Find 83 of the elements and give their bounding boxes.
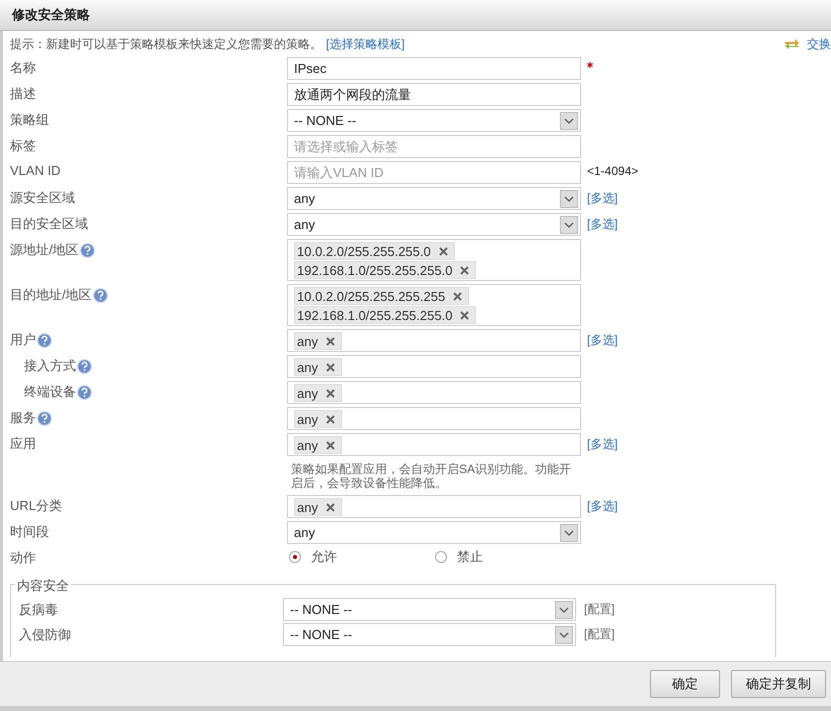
window-title: 修改安全策略 <box>12 6 90 24</box>
field-label: 名称 <box>10 59 36 77</box>
remove-icon[interactable] <box>453 292 462 300</box>
remove-icon[interactable] <box>326 336 335 346</box>
help-icon[interactable] <box>37 410 52 426</box>
field-label: 源安全区域 <box>10 189 75 207</box>
range-hint: <1-4094> <box>587 164 638 178</box>
field-label: 目的地址/地区 <box>10 286 92 304</box>
help-icon[interactable] <box>92 288 108 302</box>
tag-label: any <box>297 360 318 374</box>
text-field[interactable]: 请输入VLAN ID <box>287 161 581 184</box>
multi-select-link[interactable]: [多选] <box>587 216 618 233</box>
tag-input-field[interactable]: 10.0.2.0/255.255.255.0 192.168.1.0/255.255.255.0 <box>287 239 581 281</box>
group-title: 内容安全 <box>15 577 71 595</box>
field-label: 描述 <box>10 85 36 103</box>
field-label: 标签 <box>10 137 36 155</box>
tag-input-field[interactable]: any <box>287 495 581 518</box>
tip-text: 提示：新建时可以基于策略模板来快速定义您需要的策略。 <box>10 36 322 52</box>
confirm-button[interactable]: 确定 <box>650 670 720 698</box>
tag-label: any <box>297 500 318 514</box>
field-label: 反病毒 <box>19 602 58 616</box>
help-icon[interactable] <box>77 358 92 374</box>
note-text: 策略如果配置应用，会自动开启SA识别功能。功能开启后，会导致设备性能降低。 <box>290 461 572 492</box>
remove-icon[interactable] <box>326 388 335 398</box>
tag-label: any <box>297 386 318 400</box>
select-field[interactable]: any <box>287 187 581 210</box>
select-field[interactable]: -- NONE -- <box>283 623 576 646</box>
field-label: VLAN ID <box>10 163 61 178</box>
tag-label: any <box>297 334 318 348</box>
multi-select-link[interactable]: [多选] <box>587 498 618 515</box>
select-field[interactable]: -- NONE -- <box>283 598 576 621</box>
remove-icon[interactable] <box>438 246 448 256</box>
template-link[interactable]: [选择策略模板] <box>326 36 405 52</box>
radio-label: 允许 <box>311 548 337 566</box>
configure-link[interactable]: [配置] <box>584 626 615 643</box>
confirm-button[interactable]: 确定并复制 <box>731 670 826 698</box>
radio-button[interactable] <box>289 551 301 563</box>
tag-label: any <box>297 412 318 426</box>
configure-link[interactable]: [配置] <box>584 601 615 618</box>
remove-icon[interactable] <box>460 266 470 274</box>
field-label: 时间段 <box>10 523 49 541</box>
swap-link[interactable]: 交换 <box>807 36 831 52</box>
tag-label: 192.168.1.0/255.255.255.0 <box>297 308 452 322</box>
tag-input-field[interactable]: 10.0.2.0/255.255.255.255 192.168.1.0/255.255.255.0 <box>287 284 581 326</box>
multi-select-link[interactable]: [多选] <box>587 332 618 349</box>
tag-input-field[interactable]: any <box>287 433 581 456</box>
radio-button[interactable] <box>435 551 447 563</box>
remove-icon[interactable] <box>326 440 335 450</box>
remove-icon[interactable] <box>326 362 335 372</box>
text-field[interactable]: 放通两个网段的流量 <box>287 83 581 106</box>
field-label: 动作 <box>10 549 36 567</box>
field-label: URL分类 <box>10 497 62 515</box>
tag-input-field[interactable]: any <box>287 355 581 378</box>
tag-label: 10.0.2.0/255.255.255.255 <box>297 288 446 304</box>
tag-input-field[interactable]: any <box>287 329 581 352</box>
field-label: 终端设备 <box>24 383 76 401</box>
remove-icon[interactable] <box>326 502 335 512</box>
help-icon[interactable] <box>77 384 92 400</box>
multi-select-link[interactable]: [多选] <box>587 436 618 453</box>
help-icon[interactable] <box>37 332 52 348</box>
field-label: 服务 <box>10 409 36 427</box>
remove-icon[interactable] <box>460 310 470 320</box>
field-label: 用户 <box>10 331 36 349</box>
select-field[interactable]: any <box>287 213 581 236</box>
select-field[interactable]: -- NONE -- <box>287 109 581 132</box>
tag-label: 192.168.1.0/255.255.255.0 <box>297 262 452 278</box>
remove-icon[interactable] <box>326 414 335 424</box>
text-field[interactable]: IPsec <box>287 57 581 80</box>
field-label: 目的安全区域 <box>10 215 88 233</box>
tag-label: 10.0.2.0/255.255.255.0 <box>297 244 431 258</box>
text-field[interactable]: 请选择或输入标签 <box>287 135 581 158</box>
tag-label: any <box>297 438 318 452</box>
field-label: 策略组 <box>10 111 49 129</box>
field-label: 接入方式 <box>24 357 76 375</box>
tag-input-field[interactable]: any <box>287 381 581 404</box>
radio-label: 禁止 <box>457 548 483 566</box>
select-field[interactable]: any <box>287 521 581 544</box>
field-label: 入侵防御 <box>19 626 71 642</box>
multi-select-link[interactable]: [多选] <box>587 190 618 207</box>
field-label: 应用 <box>10 435 36 453</box>
field-label: 源地址/地区 <box>10 241 79 259</box>
tag-input-field[interactable]: any <box>287 407 581 430</box>
help-icon[interactable] <box>80 242 95 258</box>
